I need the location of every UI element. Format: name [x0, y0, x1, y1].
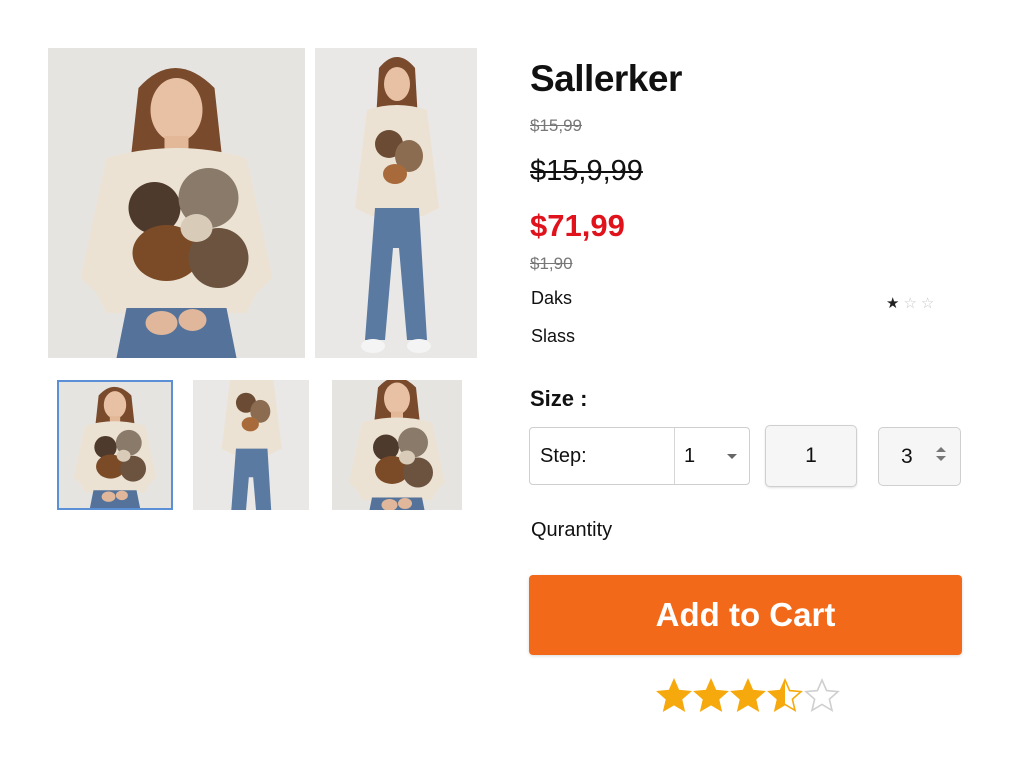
- original-price-small: $15,99: [530, 116, 582, 135]
- size-label: Size :: [530, 386, 588, 411]
- stepper-value: 3: [901, 444, 913, 468]
- step-select-value: 1: [684, 444, 696, 467]
- product-thumbnail-1[interactable]: [57, 380, 173, 510]
- step-select-label: Step:: [530, 428, 675, 484]
- star-icon[interactable]: [656, 678, 692, 714]
- star-icon[interactable]: [804, 678, 840, 714]
- up-down-arrows-icon[interactable]: [936, 447, 946, 461]
- product-main-image[interactable]: [48, 48, 305, 358]
- product-title: Sallerker: [530, 58, 682, 99]
- mini-rating: ★☆☆: [886, 294, 938, 312]
- quantity-label: Qurantity: [531, 519, 613, 541]
- product-thumbnail-3[interactable]: [332, 380, 462, 510]
- add-to-cart-button[interactable]: Add to Cart: [529, 575, 962, 655]
- star-icon: ☆: [920, 295, 939, 312]
- quantity-input[interactable]: 1: [765, 425, 857, 487]
- product-attribute-1: Daks: [531, 288, 573, 308]
- product-attribute-2: Slass: [531, 326, 576, 346]
- star-icon[interactable]: [693, 678, 729, 714]
- star-icon: ☆: [903, 295, 921, 312]
- sale-price: $71,99: [530, 208, 625, 243]
- product-rating[interactable]: [656, 678, 840, 714]
- step-select[interactable]: Step: 1: [529, 427, 750, 485]
- star-icon: ★: [886, 295, 904, 312]
- star-icon[interactable]: [767, 678, 803, 714]
- chevron-down-icon: [727, 453, 737, 459]
- quantity-stepper[interactable]: 3: [878, 427, 961, 486]
- product-secondary-image[interactable]: [315, 48, 477, 358]
- price-note: $1,90: [530, 254, 573, 273]
- product-thumbnail-2[interactable]: [193, 380, 309, 510]
- star-icon[interactable]: [730, 678, 766, 714]
- original-price-large: $15,9,99: [530, 155, 643, 187]
